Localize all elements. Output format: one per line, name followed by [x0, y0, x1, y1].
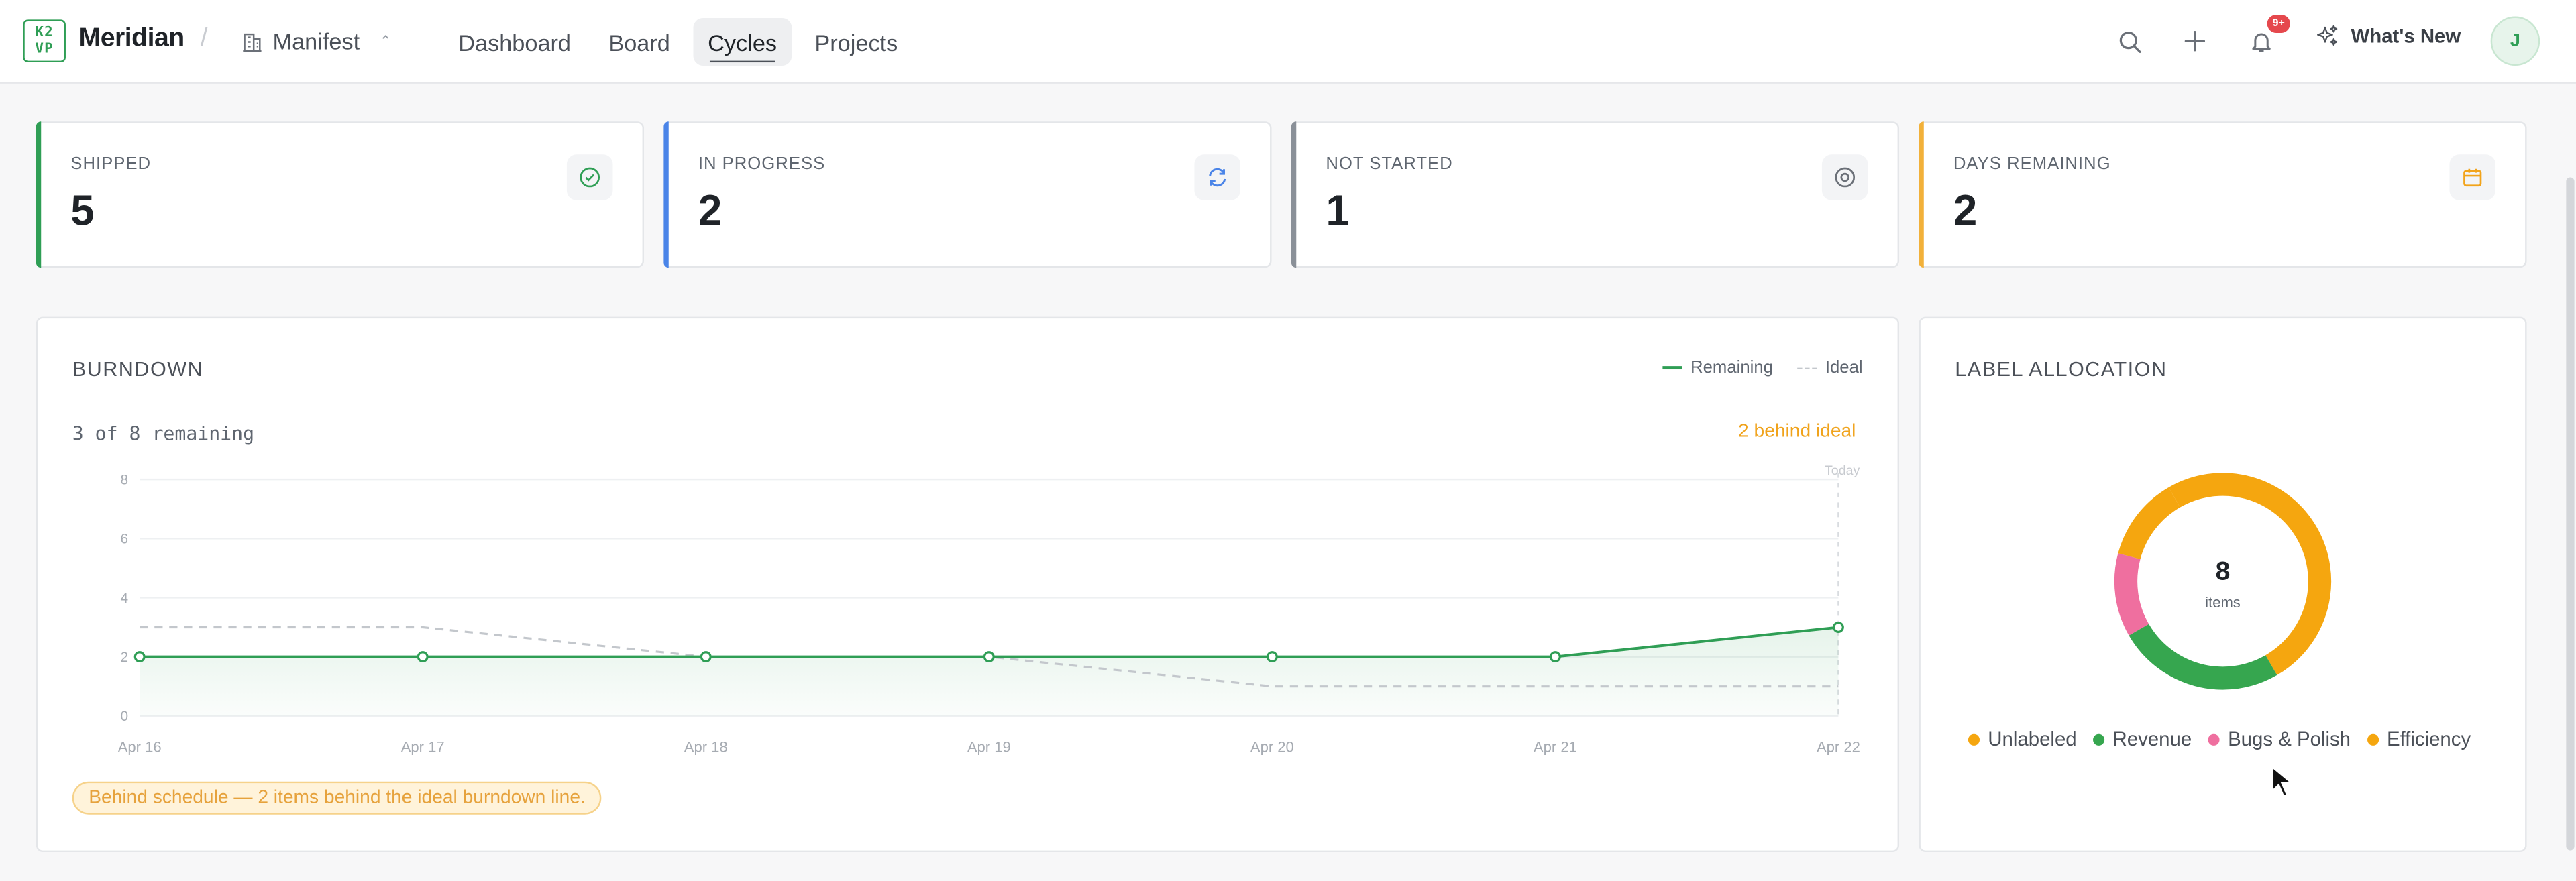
behind-schedule-notice: Behind schedule — 2 items behind the ide…	[72, 781, 602, 815]
donut-total: 8	[2216, 556, 2231, 585]
legend-dot	[2208, 733, 2220, 745]
remaining-point	[417, 651, 429, 663]
donut-slice	[2129, 624, 2277, 690]
x-tick-label: Apr 19	[967, 739, 1011, 756]
remaining-area	[140, 627, 1839, 716]
label-allocation-title: LABEL ALLOCATION	[1955, 357, 2167, 381]
donut-total-label: items	[2205, 594, 2241, 611]
legend-label: Efficiency	[2386, 727, 2471, 751]
legend-dot	[2093, 733, 2105, 745]
donut-slice	[2114, 553, 2149, 636]
mouse-cursor-icon	[2271, 765, 2294, 798]
remaining-point	[983, 651, 995, 663]
donut-legend-item: Revenue	[2093, 727, 2192, 750]
x-tick-label: Apr 21	[1534, 739, 1577, 756]
donut-legend-item: Unlabeled	[1968, 727, 2077, 750]
legend-dot	[2367, 733, 2379, 745]
donut-slice	[2168, 473, 2332, 675]
x-tick-label: Apr 20	[1250, 739, 1294, 756]
today-label: Today	[1825, 463, 1860, 478]
donut-legend-item: Efficiency	[2367, 727, 2471, 750]
label-allocation-donut: 8 items	[2114, 473, 2332, 690]
remaining-point	[1549, 651, 1561, 663]
y-tick-label: 0	[120, 709, 128, 724]
x-tick-label: Apr 16	[118, 739, 162, 756]
legend-label: Revenue	[2112, 727, 2192, 751]
remaining-point	[133, 651, 146, 663]
legend-label: Unlabeled	[1988, 727, 2077, 751]
legend-dot	[1968, 733, 1980, 745]
y-tick-label: 8	[120, 472, 128, 487]
legend-label: Bugs & Polish	[2228, 727, 2351, 751]
remaining-point	[1266, 651, 1278, 663]
donut-legend: Unlabeled Revenue Bugs & Polish Efficiency	[1968, 727, 2471, 750]
remaining-point	[700, 651, 712, 663]
remaining-point	[1832, 622, 1844, 633]
donut-legend-item: Bugs & Polish	[2208, 727, 2351, 750]
donut-slice	[2118, 487, 2181, 560]
app-root: K2 VP Meridian / Manifest ⌃ Dashboard Bo…	[0, 0, 2576, 881]
y-tick-label: 6	[120, 532, 128, 547]
y-tick-label: 2	[120, 650, 128, 665]
x-tick-label: Apr 18	[684, 739, 728, 756]
y-tick-label: 4	[120, 591, 128, 606]
x-tick-label: Apr 17	[401, 739, 445, 756]
x-tick-label: Apr 22	[1817, 739, 1860, 756]
